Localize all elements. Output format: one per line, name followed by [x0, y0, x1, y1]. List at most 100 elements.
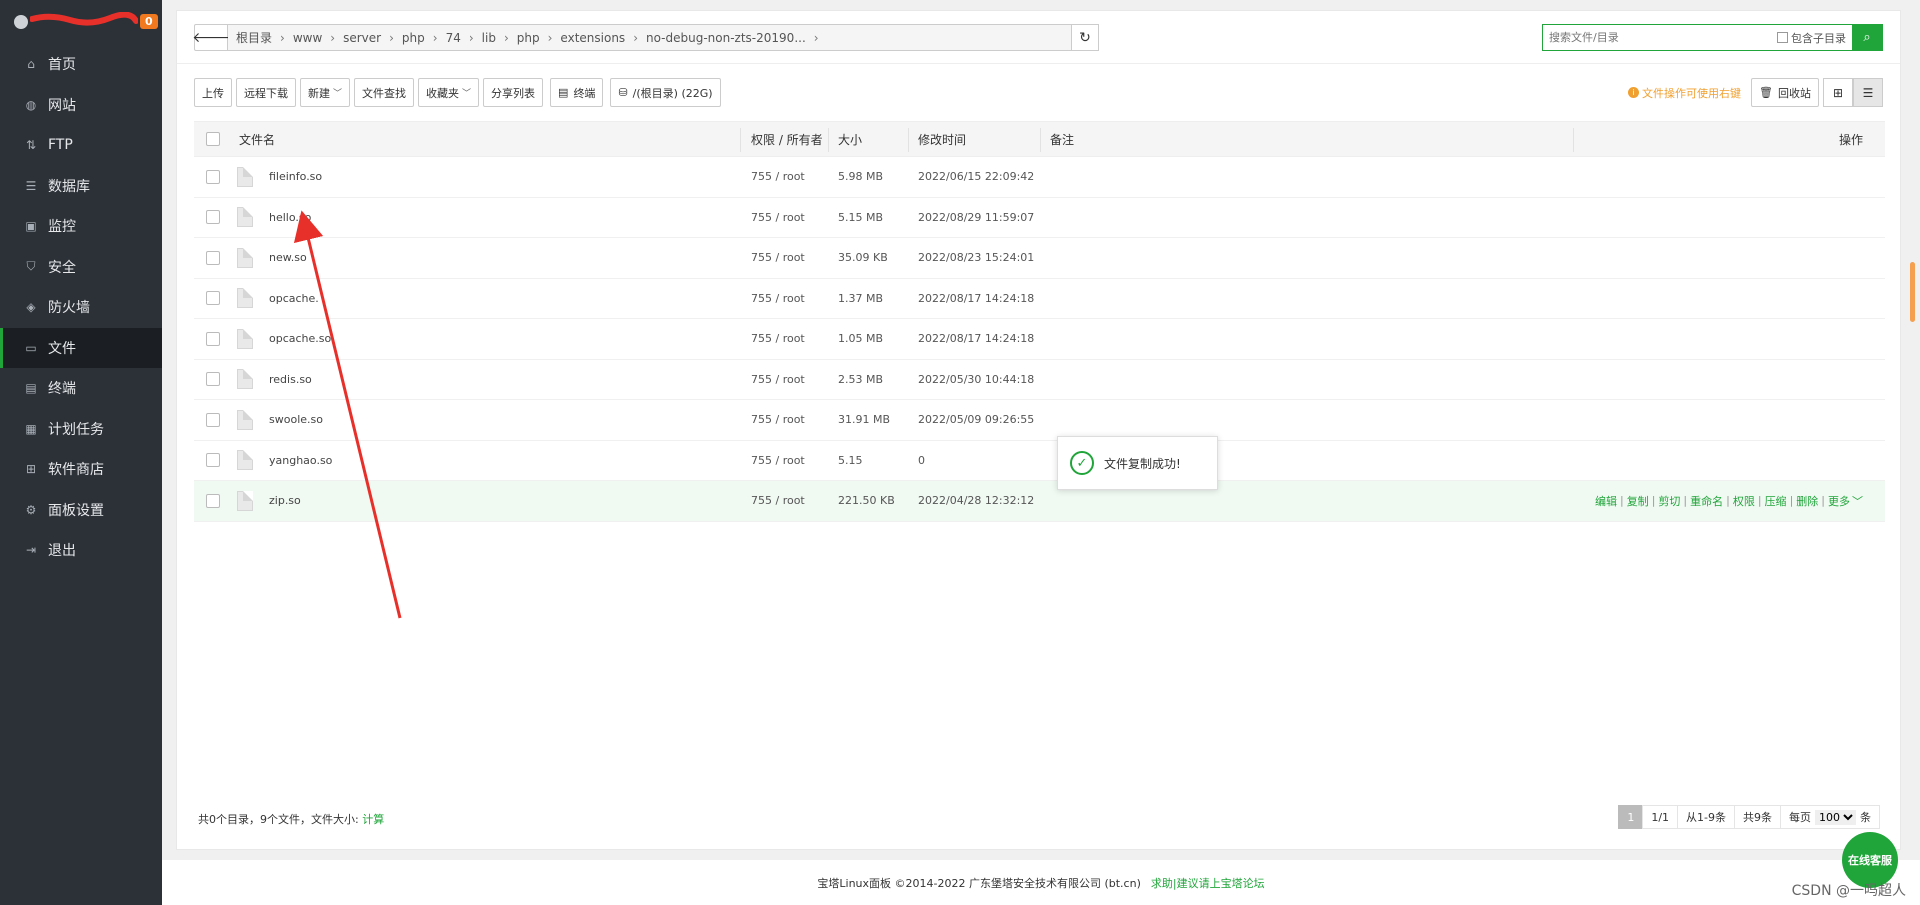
row-action-link[interactable]: 剪切 [1658, 493, 1680, 509]
breadcrumb-item[interactable]: 根目录 [236, 29, 280, 46]
breadcrumb-item[interactable]: server [343, 31, 389, 45]
table-row[interactable]: fileinfo.so 755 / root 5.98 MB 2022/06/1… [194, 157, 1885, 198]
file-perm[interactable]: 755 / root [751, 360, 805, 400]
sidebar-item-ftp[interactable]: ⇅ FTP [0, 125, 162, 166]
file-perm[interactable]: 755 / root [751, 400, 805, 440]
row-action-link[interactable]: 压缩 [1765, 493, 1787, 509]
calculate-size-link[interactable]: 计算 [362, 813, 384, 826]
list-view-button[interactable]: ☰ [1853, 78, 1883, 107]
header-size[interactable]: 大小 [838, 122, 862, 156]
sidebar-item-database[interactable]: ☰ 数据库 [0, 166, 162, 207]
table-row[interactable]: hello.so 755 / root 5.15 MB 2022/08/29 1… [194, 198, 1885, 238]
search-button[interactable]: ⌕ [1852, 25, 1882, 50]
file-perm[interactable]: 755 / root [751, 279, 805, 319]
file-name[interactable]: redis.so [269, 360, 312, 400]
table-row[interactable]: zip.so 755 / root 221.50 KB 2022/04/28 1… [194, 481, 1885, 522]
upload-button[interactable]: 上传 [194, 78, 232, 107]
include-subdir-checkbox[interactable]: 包含子目录 [1777, 25, 1852, 50]
file-name[interactable]: fileinfo.so [269, 157, 322, 197]
header-name[interactable]: 文件名 [239, 122, 275, 156]
row-checkbox[interactable] [206, 250, 220, 265]
header-mtime[interactable]: 修改时间 [918, 122, 966, 156]
row-action-link[interactable]: 编辑 [1595, 493, 1617, 509]
breadcrumb-item[interactable]: no-debug-non-zts-20190... [646, 31, 814, 45]
file-manager-panel: 🡐 根目录 › www › server › php › 74 › lib › php › extensio… [176, 10, 1901, 850]
sidebar-item-logout[interactable]: ⇥ 退出 [0, 530, 162, 571]
remote-download-button[interactable]: 远程下载 [236, 78, 296, 107]
row-checkbox[interactable] [206, 453, 220, 468]
file-perm[interactable]: 755 / root [751, 198, 805, 238]
table-row[interactable]: swoole.so 755 / root 31.91 MB 2022/05/09… [194, 400, 1885, 441]
row-action-link[interactable]: 删除 [1796, 493, 1818, 509]
back-button[interactable]: 🡐 [192, 24, 230, 51]
ftp-icon: ⇅ [25, 138, 37, 153]
forum-link[interactable]: 求助|建议请上宝塔论坛 [1151, 875, 1265, 891]
recycle-bin-button[interactable]: 🗑 回收站 [1751, 78, 1819, 107]
row-checkbox[interactable] [206, 291, 220, 306]
row-checkbox[interactable] [206, 331, 220, 346]
file-perm[interactable]: 755 / root [751, 319, 805, 359]
file-name[interactable]: new.so [269, 238, 307, 278]
sidebar-item-gear[interactable]: ⚙ 面板设置 [0, 490, 162, 531]
breadcrumb-item[interactable]: php [517, 31, 548, 45]
row-checkbox[interactable] [206, 372, 220, 387]
breadcrumb-item[interactable]: www [293, 31, 330, 45]
favorites-button[interactable]: 收藏夹 ﹀ [418, 78, 480, 107]
sidebar-item-globe[interactable]: ◍ 网站 [0, 85, 162, 126]
row-checkbox[interactable] [206, 493, 220, 508]
row-checkbox[interactable] [206, 210, 220, 225]
per-page-select[interactable]: 100 [1815, 809, 1856, 825]
file-name[interactable]: swoole.so [269, 400, 323, 440]
row-checkbox[interactable] [206, 412, 220, 427]
page-footer: 宝塔Linux面板 ©2014-2022 广东堡塔安全技术有限公司 (bt.cn… [162, 860, 1920, 905]
grid-view-button[interactable]: ⊞ [1823, 78, 1853, 107]
disk-button[interactable]: ⛁/(根目录) (22G) [610, 78, 721, 107]
sidebar-item-firewall[interactable]: ◈ 防火墙 [0, 287, 162, 328]
file-name[interactable]: hello.so [269, 198, 311, 238]
table-row[interactable]: new.so 755 / root 35.09 KB 2022/08/23 15… [194, 238, 1885, 279]
breadcrumb-item[interactable]: lib [482, 31, 504, 45]
row-action-link[interactable]: 更多 [1828, 493, 1850, 509]
sidebar-item-shield[interactable]: ⛉ 安全 [0, 247, 162, 288]
file-name[interactable]: zip.so [269, 481, 301, 521]
sidebar-item-folder[interactable]: ▭ 文件 [0, 327, 162, 368]
page-current[interactable]: 1 [1618, 805, 1644, 829]
file-perm[interactable]: 755 / root [751, 441, 805, 481]
header-ops: 操作 [1838, 132, 1863, 147]
row-action-link[interactable]: 重命名 [1690, 493, 1723, 509]
sidebar-item-apps[interactable]: ⊞ 软件商店 [0, 449, 162, 490]
file-search-button[interactable]: 文件查找 [354, 78, 415, 107]
terminal-button[interactable]: ▤ 终端 [550, 78, 604, 107]
scrollbar-thumb[interactable] [1910, 262, 1915, 322]
breadcrumb-item[interactable]: extensions [560, 31, 633, 45]
refresh-button[interactable]: ↻ [1072, 24, 1099, 51]
breadcrumb-item[interactable]: php [402, 31, 433, 45]
file-perm[interactable]: 755 / root [751, 238, 805, 278]
breadcrumb-separator: › [389, 30, 394, 45]
select-all-checkbox[interactable] [206, 132, 220, 146]
breadcrumb-item[interactable]: 74 [446, 31, 469, 45]
table-row[interactable]: yanghao.so 755 / root 5.15 0 [194, 441, 1885, 481]
notification-badge[interactable]: 0 [140, 14, 158, 29]
file-perm[interactable]: 755 / root [751, 481, 805, 521]
table-row[interactable]: opcache. 755 / root 1.37 MB 2022/08/17 1… [194, 279, 1885, 319]
file-size: 5.98 MB [838, 170, 884, 184]
header-perm[interactable]: 权限 / 所有者 [751, 122, 823, 156]
file-perm[interactable]: 755 / root [751, 157, 805, 197]
file-name[interactable]: opcache. [269, 279, 319, 319]
sidebar-item-home[interactable]: ⌂ 首页 [0, 44, 162, 85]
file-name[interactable]: yanghao.so [269, 441, 332, 481]
table-row[interactable]: redis.so 755 / root 2.53 MB 2022/05/30 1… [194, 360, 1885, 400]
share-list-button[interactable]: 分享列表 [483, 78, 544, 107]
header-note: 备注 [1050, 132, 1075, 147]
sidebar-item-monitor[interactable]: ▣ 监控 [0, 206, 162, 247]
row-checkbox[interactable] [206, 169, 220, 184]
file-name[interactable]: opcache.so [269, 319, 331, 359]
row-action-link[interactable]: 复制 [1627, 493, 1649, 509]
row-action-link[interactable]: 权限 [1733, 493, 1755, 509]
search-input[interactable] [1543, 25, 1777, 50]
sidebar-item-calendar[interactable]: ▦ 计划任务 [0, 409, 162, 450]
new-button[interactable]: 新建 ﹀ [300, 78, 351, 107]
table-row[interactable]: opcache.so 755 / root 1.05 MB 2022/08/17… [194, 319, 1885, 360]
sidebar-item-terminal[interactable]: ▤ 终端 [0, 368, 162, 409]
